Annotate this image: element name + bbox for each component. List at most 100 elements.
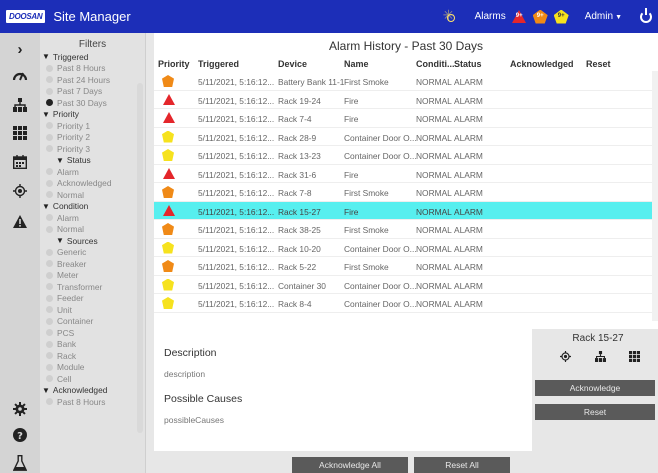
reset-all-button[interactable]: Reset All [414,457,510,473]
table-row[interactable]: 5/11/2021, 5:16:12... Rack 7-4 Fire NORMAL A… [154,109,658,128]
filter-option[interactable]: Priority 1 [40,120,145,132]
radio-icon [46,122,53,130]
cell-condition: NORMAL [416,151,452,161]
filter-option[interactable]: Generic [40,247,145,259]
col-condition[interactable]: Conditi... [416,59,455,69]
filter-option[interactable]: Unit [40,304,145,316]
filter-option[interactable]: Priority 2 [40,132,145,144]
radio-icon [46,145,53,153]
help-icon[interactable]: ? [0,423,40,447]
filter-option[interactable]: Cell [40,373,145,385]
cell-device: Rack 7-4 [278,114,312,124]
cell-device: Rack 5-22 [278,262,317,272]
table-row[interactable]: 5/11/2021, 5:16:12... Rack 7-8 First Smoke… [154,183,658,202]
cell-triggered: 5/11/2021, 5:16:12... [198,114,275,124]
col-acknowledged[interactable]: Acknowledged [510,59,574,69]
table-row[interactable]: 5/11/2021, 5:16:12... Rack 13-23 Container… [154,146,658,165]
cell-status: ALARM [454,299,483,309]
filter-option[interactable]: Transformer [40,281,145,293]
reset-button[interactable]: Reset [535,404,655,420]
filter-option[interactable]: Past 24 Hours [40,74,145,86]
filter-option[interactable]: Container [40,316,145,328]
settings-gear-icon[interactable] [0,397,40,421]
filter-option[interactable]: Rack [40,350,145,362]
col-device[interactable]: Device [278,59,307,69]
filter-group-header[interactable]: ▼ Sources [40,235,145,247]
expand-sidebar-button[interactable]: › [0,37,40,61]
filter-label: Feeder [57,293,84,304]
cell-device: Rack 28-9 [278,132,317,143]
cell-condition: NORMAL [416,114,452,124]
filter-option[interactable]: Meter [40,270,145,282]
table-row[interactable]: 5/11/2021, 5:16:12... Battery Bank 11-1 Fi… [154,72,658,91]
table-row[interactable]: 5/11/2021, 5:16:12... Rack 19-24 Fire NORMA… [154,91,658,109]
acknowledge-all-button[interactable]: Acknowledge All [292,457,408,473]
table-row[interactable]: 5/11/2021, 5:16:12... Rack 10-20 Container… [154,239,658,257]
col-priority[interactable]: Priority [158,59,190,69]
filter-option[interactable]: Past 8 Hours [40,396,145,408]
alarms-label[interactable]: Alarms [475,11,506,22]
priority-low-icon [162,297,174,309]
filter-option[interactable]: Feeder [40,293,145,305]
table-row[interactable]: 5/11/2021, 5:16:12... Rack 8-4 Container D… [154,294,658,313]
filter-option[interactable]: PCS [40,327,145,339]
alarm-warning-icon[interactable] [0,209,40,233]
filter-option[interactable]: Priority 3 [40,143,145,155]
filters-scrollbar[interactable] [137,83,143,433]
table-row[interactable]: 5/11/2021, 5:16:12... Container 30 Contain… [154,276,658,294]
filter-option[interactable]: Module [40,362,145,374]
filter-group-header[interactable]: ▼ Acknowledged [40,385,145,397]
alarm-badge-high[interactable]: 9+ [511,9,527,24]
filter-option[interactable]: Alarm [40,166,145,178]
filter-group-header[interactable]: ▼ Priority [40,109,145,121]
power-icon[interactable] [640,7,652,23]
filter-group-header[interactable]: ▼ Status [40,155,145,167]
locate-icon[interactable] [0,179,40,203]
table-row[interactable]: 5/11/2021, 5:16:12... Rack 15-27 Fire NORMA… [154,201,658,220]
col-status[interactable]: Status [454,59,482,69]
col-name[interactable]: Name [344,59,369,69]
filter-label: Container [57,316,94,327]
filter-label: Status [66,155,91,166]
filter-option[interactable]: Acknowledged [40,178,145,190]
table-scrollbar[interactable] [652,71,658,321]
table-row[interactable]: 5/11/2021, 5:16:12... Rack 5-22 First Smok… [154,257,658,276]
filter-option[interactable]: Past 7 Days [40,86,145,98]
filter-option[interactable]: Normal [40,224,145,236]
filter-option[interactable]: Bank [40,339,145,351]
device-hierarchy-icon[interactable] [594,351,606,365]
user-menu[interactable]: Admin ▼ [585,11,622,22]
device-grid-icon[interactable] [629,351,640,365]
cell-name: Container Door O... [344,280,416,291]
col-reset[interactable]: Reset [586,59,611,69]
flask-icon[interactable] [0,451,40,473]
acknowledge-button[interactable]: Acknowledge [535,380,655,396]
alarm-badge-low[interactable]: 9+ [553,9,569,24]
cell-device: Rack 31-6 [278,169,317,180]
calendar-icon[interactable] [0,150,40,174]
table-row[interactable]: 5/11/2021, 5:16:12... Rack 28-9 Container … [154,128,658,146]
cell-name: First Smoke [344,77,389,87]
filter-option[interactable]: Normal [40,189,145,201]
col-triggered[interactable]: Triggered [198,59,239,69]
filter-group-header[interactable]: ▼ Triggered [40,51,145,63]
locate-device-icon[interactable] [560,351,571,365]
table-row[interactable]: 5/11/2021, 5:16:12... Rack 38-25 First Smo… [154,220,658,239]
cell-status: ALARM [454,95,483,106]
caret-down-icon: ▼ [56,236,64,246]
filter-group-header[interactable]: ▼ Condition [40,201,145,213]
dashboard-gauge-icon[interactable] [0,63,40,87]
theme-toggle-sun-icon[interactable] [443,7,457,24]
filter-option[interactable]: Past 8 Hours [40,63,145,75]
filter-option[interactable]: Breaker [40,258,145,270]
filter-label: Priority 3 [57,143,91,154]
alarm-badge-medium[interactable]: 9+ [532,9,548,24]
hierarchy-icon[interactable] [0,93,40,117]
cell-triggered: 5/11/2021, 5:16:12... [198,151,275,161]
main-content: Alarm History - Past 30 Days Priority Tr… [146,33,658,473]
filter-option[interactable]: Alarm [40,212,145,224]
grid-icon[interactable] [0,121,40,145]
table-row[interactable]: 5/11/2021, 5:16:12... Rack 31-6 Fire NORMAL… [154,165,658,183]
selected-device-title: Rack 15-27 [572,333,624,344]
filter-option[interactable]: Past 30 Days [40,97,145,109]
